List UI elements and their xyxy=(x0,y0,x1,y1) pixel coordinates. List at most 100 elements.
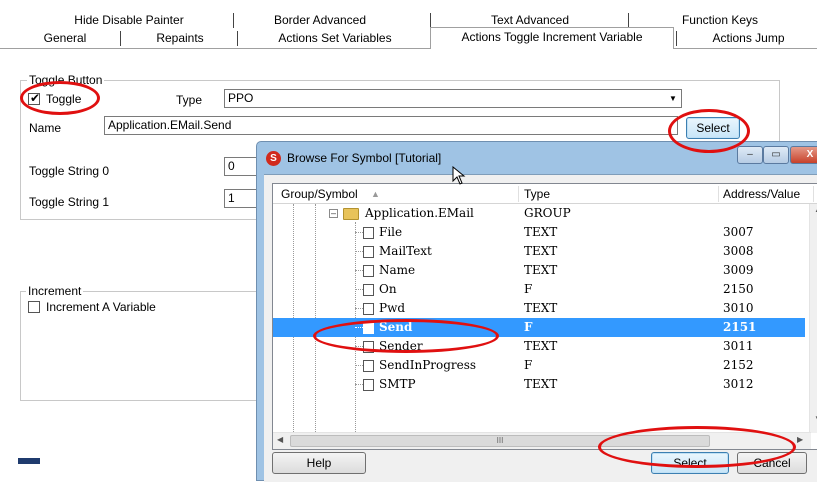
symbol-name: SendInProgress xyxy=(379,358,477,372)
dialog-select-button[interactable]: Select xyxy=(651,452,729,474)
tab-actions-set-variables[interactable]: Actions Set Variables xyxy=(245,30,425,47)
symbol-name: Name xyxy=(379,263,416,277)
cancel-button[interactable]: Cancel xyxy=(737,452,807,474)
tab-general[interactable]: General xyxy=(20,30,110,47)
tab-separator xyxy=(430,13,431,28)
column-separator xyxy=(813,186,814,202)
symbol-name: Send xyxy=(379,320,413,334)
symbol-name: MailText xyxy=(379,244,432,258)
toggle-checkbox-label: Toggle xyxy=(46,92,82,106)
tree-guide-line xyxy=(355,270,363,271)
name-value: Application.EMail.Send xyxy=(108,118,232,132)
symbol-icon xyxy=(363,246,374,258)
symbol-name: On xyxy=(379,282,397,296)
maximize-icon[interactable]: ▭ xyxy=(763,146,789,164)
symbol-type: F xyxy=(524,320,533,334)
tab-separator xyxy=(120,31,121,46)
mouse-cursor-icon xyxy=(452,166,466,185)
column-header-type[interactable]: Type xyxy=(524,187,550,201)
vertical-scrollbar[interactable]: ▲ ▼ xyxy=(809,204,817,433)
symbol-icon xyxy=(363,341,374,353)
symbol-type: GROUP xyxy=(524,206,571,220)
tab-separator xyxy=(676,31,677,46)
symbol-icon xyxy=(363,265,374,277)
close-icon[interactable]: X xyxy=(790,146,817,164)
toggle-button-group-title: Toggle Button xyxy=(27,73,105,87)
tab-hide-disable-painter[interactable]: Hide Disable Painter xyxy=(60,12,198,29)
scroll-right-icon[interactable]: ▶ xyxy=(797,435,803,444)
symbol-icon xyxy=(363,303,374,315)
name-field[interactable]: Application.EMail.Send xyxy=(104,116,678,135)
toggle-checkbox[interactable]: ✔ xyxy=(28,91,40,105)
tab-border-advanced[interactable]: Border Advanced xyxy=(250,12,390,29)
sort-up-icon: ▲ xyxy=(371,189,380,199)
tree-row-group[interactable]: – Application.EMail GROUP xyxy=(273,204,805,223)
dialog-title: Browse For Symbol [Tutorial] xyxy=(287,151,442,165)
tab-baseline xyxy=(674,48,817,49)
tab-actions-toggle-increment-variable[interactable]: Actions Toggle Increment Variable xyxy=(430,27,674,49)
scroll-left-icon[interactable]: ◀ xyxy=(277,435,283,444)
tab-repaints[interactable]: Repaints xyxy=(130,30,230,47)
tree-header: Group/Symbol ▲ Type Address/Value xyxy=(273,184,817,204)
symbol-tree-list[interactable]: Group/Symbol ▲ Type Address/Value – Appl… xyxy=(272,183,817,450)
column-header-address-value[interactable]: Address/Value xyxy=(723,187,800,201)
column-header-group-symbol[interactable]: Group/Symbol xyxy=(281,187,358,201)
type-dropdown[interactable]: PPO ▼ xyxy=(224,89,682,108)
symbol-value: 2152 xyxy=(723,358,754,372)
scroll-thumb[interactable]: III xyxy=(290,435,710,447)
tree-row[interactable]: SendInProgress F 2152 xyxy=(273,356,805,375)
symbol-type: TEXT xyxy=(524,225,558,239)
column-separator xyxy=(718,186,719,202)
help-button[interactable]: Help xyxy=(272,452,366,474)
tab-actions-jump[interactable]: Actions Jump xyxy=(680,30,817,47)
type-value: PPO xyxy=(228,91,254,105)
symbol-type: F xyxy=(524,282,533,296)
symbol-type: TEXT xyxy=(524,263,558,277)
symbol-name: Sender xyxy=(379,339,423,353)
tree-guide-line xyxy=(355,232,363,233)
symbol-type: F xyxy=(524,358,533,372)
symbol-value: 2150 xyxy=(723,282,754,296)
symbol-value: 3008 xyxy=(723,244,754,258)
increment-variable-checkbox[interactable] xyxy=(28,301,40,313)
collapse-icon[interactable]: – xyxy=(329,209,338,218)
tree-guide-line xyxy=(355,384,363,385)
symbol-value: 3009 xyxy=(723,263,754,277)
symbol-value: 3011 xyxy=(723,339,754,353)
tree-guide-line xyxy=(355,251,363,252)
symbol-type: TEXT xyxy=(524,301,558,315)
symbol-icon xyxy=(363,284,374,296)
dialog-client-area: Group/Symbol ▲ Type Address/Value – Appl… xyxy=(264,174,817,482)
symbol-name: SMTP xyxy=(379,377,416,391)
tab-separator xyxy=(237,31,238,46)
symbol-value: 3012 xyxy=(723,377,754,391)
name-label: Name xyxy=(29,121,62,135)
chevron-down-icon[interactable]: ▼ xyxy=(667,91,679,106)
symbol-name: Application.EMail xyxy=(365,206,474,220)
horizontal-scrollbar[interactable]: ◀ III ▶ xyxy=(273,432,811,449)
app-logo-icon: S xyxy=(266,151,281,166)
symbol-icon xyxy=(363,322,374,334)
tree-guide-line xyxy=(355,365,363,366)
symbol-name: Pwd xyxy=(379,301,406,315)
tab-baseline xyxy=(0,48,430,49)
folder-icon xyxy=(343,208,359,220)
symbol-type: TEXT xyxy=(524,377,558,391)
tree-row[interactable]: Pwd TEXT 3010 xyxy=(273,299,805,318)
tree-row[interactable]: On F 2150 xyxy=(273,280,805,299)
symbol-icon xyxy=(363,360,374,372)
tree-guide-line xyxy=(355,346,363,347)
minimize-icon[interactable]: – xyxy=(737,146,763,164)
tree-row[interactable]: Name TEXT 3009 xyxy=(273,261,805,280)
symbol-value: 3010 xyxy=(723,301,754,315)
tree-guide-line xyxy=(355,289,363,290)
symbol-icon xyxy=(363,227,374,239)
tree-row[interactable]: File TEXT 3007 xyxy=(273,223,805,242)
symbol-value: 3007 xyxy=(723,225,754,239)
symbol-value: 2151 xyxy=(723,320,757,334)
tree-row[interactable]: SMTP TEXT 3012 xyxy=(273,375,805,394)
tree-row[interactable]: MailText TEXT 3008 xyxy=(273,242,805,261)
name-select-button[interactable]: Select xyxy=(686,117,740,139)
tree-row-selected[interactable]: Send F 2151 xyxy=(273,318,805,337)
tree-row[interactable]: Sender TEXT 3011 xyxy=(273,337,805,356)
